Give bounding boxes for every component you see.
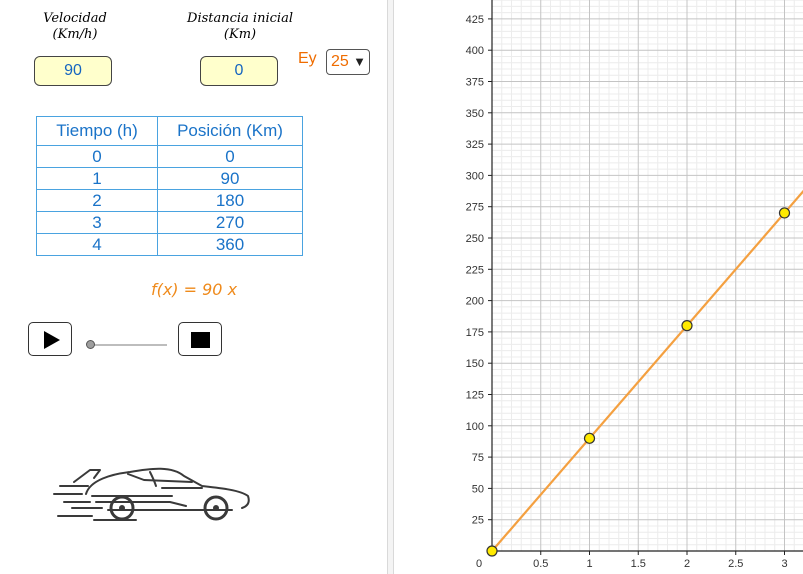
y-tick-label: 50 [472,483,484,495]
function-formula: f(x) = 90 x [150,280,238,299]
speed-input[interactable]: 90 [34,56,112,86]
y-tick-label: 200 [466,296,484,308]
grid-minor-lines [492,0,803,551]
y-tick-label: 125 [466,390,484,402]
initial-distance-label-line1: Distancia inicial [187,11,293,26]
initial-distance-input[interactable]: 0 [200,56,278,86]
table-row: 0 0 [36,145,303,168]
table-header-row: Tiempo (h) Posición (Km) [36,116,303,146]
data-point [583,432,596,444]
y-tick-label: 250 [466,233,484,245]
y-tick-label: 175 [466,327,484,339]
table-header-time: Tiempo (h) [36,116,158,146]
table-row: 2 180 [36,189,303,212]
y-tick-label: 350 [466,108,484,120]
table-cell-position: 180 [157,189,303,212]
table-cell-time: 0 [36,145,158,168]
speed-label-line2: (Km/h) [52,27,98,42]
y-tick-label: 75 [472,452,484,464]
x-tick-label: 1.5 [631,558,646,570]
play-icon [44,331,60,349]
y-tick-label: 325 [466,139,484,151]
animation-slider-track[interactable] [91,344,167,346]
x-tick-label: 3 [781,558,787,570]
table-cell-time: 4 [36,233,158,256]
scale-dropdown[interactable]: 25 ▼ [326,49,370,75]
y-tick-label: 400 [466,45,484,57]
data-point [681,320,693,332]
chevron-down-icon: ▼ [353,54,366,69]
car-icon [53,467,250,521]
stop-button[interactable] [178,322,222,356]
stop-icon [191,332,210,348]
position-table: Tiempo (h) Posición (Km) 0 0 1 90 2 180 … [36,116,303,256]
x-tick-label: 0 [476,558,482,570]
table-cell-position: 270 [157,211,303,234]
y-tick-label: 25 [472,515,484,527]
y-tick-label: 300 [466,170,484,182]
y-tick-label: 150 [466,358,484,370]
control-panel: Velocidad (Km/h) 90 Distancia inicial (K… [0,0,388,574]
position-time-graph[interactable]: 25 50 75 100 125 150 175 200 225 250 275… [395,0,803,574]
y-tick-label: 425 [466,14,484,26]
table-header-position: Posición (Km) [157,116,303,146]
panel-divider [387,0,394,574]
initial-distance-label-line2: (Km) [223,27,257,42]
x-tick-labels: 0 0.5 1 1.5 2 2.5 3 [476,558,788,570]
x-tick-label: 2.5 [728,558,743,570]
x-tick-label: 1 [586,558,592,570]
speed-label: Velocidad (Km/h) [30,11,120,43]
table-cell-time: 3 [36,211,158,234]
x-tick-label: 2 [684,558,690,570]
x-tick-label: 0.5 [533,558,548,570]
table-row: 3 270 [36,211,303,234]
data-point [778,207,791,219]
play-button[interactable] [28,322,72,356]
table-cell-position: 0 [157,145,303,168]
data-point [486,545,498,557]
speed-label-line1: Velocidad [43,11,107,26]
y-tick-label: 100 [466,421,484,433]
y-tick-labels: 25 50 75 100 125 150 175 200 225 250 275… [466,14,484,527]
table-cell-position: 360 [157,233,303,256]
table-cell-time: 1 [36,167,158,190]
scale-label: Ey [298,50,317,67]
table-cell-time: 2 [36,189,158,212]
scale-dropdown-value: 25 [331,53,349,70]
y-tick-label: 275 [466,202,484,214]
table-cell-position: 90 [157,167,303,190]
initial-distance-label: Distancia inicial (Km) [176,11,304,43]
table-row: 4 360 [36,233,303,256]
table-row: 1 90 [36,167,303,190]
animation-slider-handle[interactable] [86,340,95,349]
y-tick-label: 225 [466,264,484,276]
y-tick-label: 375 [466,77,484,89]
